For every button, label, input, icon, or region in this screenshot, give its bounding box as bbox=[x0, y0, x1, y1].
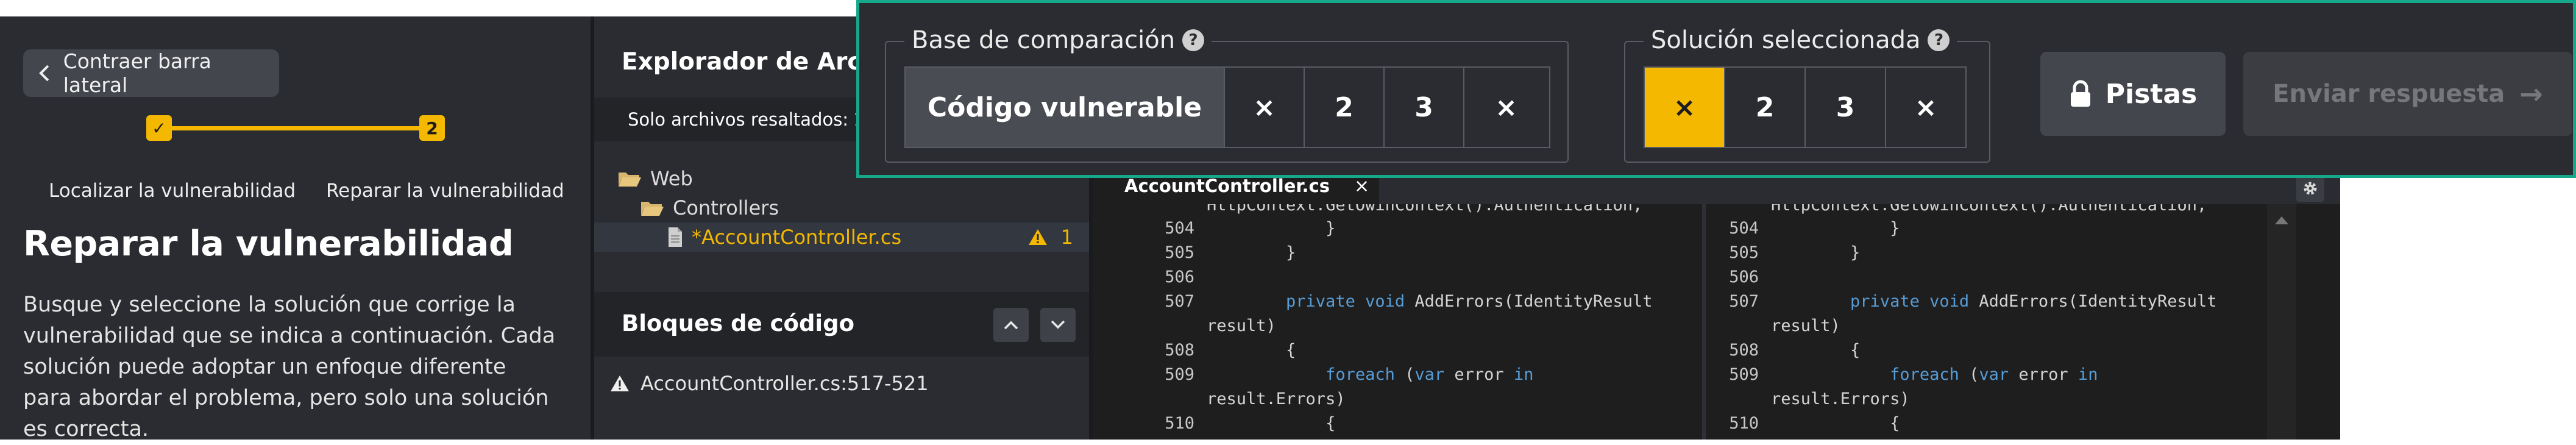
step-2-badge: 2 bbox=[419, 115, 445, 141]
collapse-sidebar-label: Contraer barra lateral bbox=[63, 49, 211, 97]
diff-pane-left[interactable]: HttpContext.GetOwinContext().Authenticat… bbox=[1121, 204, 1700, 440]
code-line: { bbox=[1207, 414, 1336, 433]
diff-pane-right[interactable]: HttpContext.GetOwinContext().Authenticat… bbox=[1686, 204, 2265, 440]
line-number: 509 bbox=[1165, 365, 1194, 384]
file-icon bbox=[669, 227, 682, 247]
block-prev-button[interactable] bbox=[993, 308, 1029, 342]
code-line: private void AddErrors(IdentityResult bbox=[1771, 292, 2217, 311]
line-number: 504 bbox=[1729, 219, 1759, 238]
base-option-4[interactable]: × bbox=[1464, 68, 1548, 147]
code-block-label: AccountController.cs:517-521 bbox=[640, 372, 929, 395]
base-option-2[interactable]: 2 bbox=[1305, 68, 1385, 147]
comparison-toolbar: Base de comparación ? Código vulnerable … bbox=[856, 0, 2576, 178]
file-warning-count: 1 bbox=[1028, 226, 1073, 249]
line-number: 507 bbox=[1165, 292, 1194, 311]
sidebar: Contraer barra lateral ✓ 2 Localizar la … bbox=[0, 16, 594, 441]
code-line: HttpContext.GetOwinContext().Authenticat… bbox=[1207, 204, 1643, 215]
code-line: } bbox=[1771, 219, 1900, 238]
stepper-connector bbox=[172, 126, 422, 130]
line-number: 506 bbox=[1729, 268, 1759, 287]
lock-icon bbox=[2070, 80, 2090, 107]
chevron-left-icon bbox=[39, 65, 49, 82]
help-icon[interactable]: ? bbox=[1928, 29, 1950, 51]
code-line: foreach (var error in bbox=[1207, 365, 1534, 384]
editor-settings-button[interactable] bbox=[2296, 175, 2324, 202]
code-line: HttpContext.GetOwinContext().Authenticat… bbox=[1771, 204, 2207, 215]
step-1-label: Localizar la vulnerabilidad bbox=[49, 180, 296, 202]
code-line: { bbox=[1207, 341, 1296, 360]
page-title: Reparar la vulnerabilidad bbox=[23, 224, 514, 264]
vertical-scrollbar[interactable] bbox=[2267, 204, 2296, 440]
line-number: 510 bbox=[1165, 414, 1194, 433]
hints-button[interactable]: Pistas bbox=[2040, 52, 2226, 136]
line-number: 504 bbox=[1165, 219, 1194, 238]
selected-solution-group: Solución seleccionada ? × 2 3 × bbox=[1624, 26, 1990, 163]
code-blocks-title: Bloques de código bbox=[622, 310, 855, 336]
code-line: foreach (var error in bbox=[1771, 365, 2098, 384]
base-comparison-label: Base de comparación bbox=[912, 26, 1176, 54]
close-icon[interactable]: × bbox=[1354, 176, 1369, 197]
code-line: result) bbox=[1771, 316, 1840, 335]
code-line: result) bbox=[1207, 316, 1276, 335]
code-line: result.Errors) bbox=[1207, 390, 1346, 408]
base-option-1[interactable]: × bbox=[1225, 68, 1305, 147]
help-icon[interactable]: ? bbox=[1182, 29, 1205, 51]
minimap-area bbox=[2296, 204, 2340, 440]
base-option-vulnerable[interactable]: Código vulnerable bbox=[906, 68, 1225, 147]
block-next-button[interactable] bbox=[1040, 308, 1076, 342]
line-number: 508 bbox=[1165, 341, 1194, 360]
selected-solution-label: Solución seleccionada bbox=[1651, 26, 1921, 54]
filter-label: Solo archivos resaltados: bbox=[628, 109, 849, 130]
submit-answer-button[interactable]: Enviar respuesta → bbox=[2243, 52, 2572, 136]
line-number: 509 bbox=[1729, 365, 1759, 384]
selected-solution-legend: Solución seleccionada ? bbox=[1644, 26, 1957, 54]
tree-item-controllers[interactable]: Controllers bbox=[594, 193, 1089, 222]
warning-icon bbox=[1028, 229, 1047, 245]
code-line: { bbox=[1771, 414, 1900, 433]
base-comparison-legend: Base de comparación ? bbox=[904, 26, 1212, 54]
code-line: } bbox=[1207, 243, 1296, 262]
warning-icon bbox=[611, 376, 629, 391]
tree-item-label: Controllers bbox=[673, 196, 779, 219]
tree-item-label: *AccountController.cs bbox=[692, 226, 902, 249]
solution-option-2[interactable]: 2 bbox=[1725, 68, 1806, 147]
solution-selector: × 2 3 × bbox=[1644, 66, 1967, 148]
folder-open-icon bbox=[619, 173, 641, 187]
code-line: { bbox=[1771, 341, 1861, 360]
gear-icon bbox=[2304, 182, 2317, 195]
warning-count-value: 1 bbox=[1060, 226, 1073, 249]
solution-option-1[interactable]: × bbox=[1645, 68, 1725, 147]
line-number: 508 bbox=[1729, 341, 1759, 360]
line-number: 505 bbox=[1729, 243, 1759, 262]
code-block-item[interactable]: AccountController.cs:517-521 bbox=[610, 372, 929, 395]
scroll-up-icon[interactable] bbox=[2275, 216, 2288, 224]
line-number: 505 bbox=[1165, 243, 1194, 262]
base-comparison-selector: Código vulnerable × 2 3 × bbox=[904, 66, 1550, 148]
solution-option-4[interactable]: × bbox=[1886, 68, 1965, 147]
code-blocks-header: Bloques de código bbox=[594, 292, 1089, 357]
step-1-check-icon: ✓ bbox=[146, 115, 172, 141]
hints-label: Pistas bbox=[2105, 78, 2198, 110]
folder-open-icon bbox=[641, 202, 664, 216]
editor-tab-label: AccountController.cs bbox=[1124, 176, 1330, 196]
arrow-right-icon: → bbox=[2519, 77, 2543, 110]
code-line: } bbox=[1207, 219, 1336, 238]
code-line: } bbox=[1771, 243, 1861, 262]
solution-option-3[interactable]: 3 bbox=[1806, 68, 1886, 147]
code-line: private void AddErrors(IdentityResult bbox=[1207, 292, 1653, 311]
line-number: 507 bbox=[1729, 292, 1759, 311]
tree-item-accountcontroller[interactable]: *AccountController.cs 1 bbox=[594, 222, 1089, 252]
base-comparison-group: Base de comparación ? Código vulnerable … bbox=[885, 26, 1569, 163]
step-2-label: Reparar la vulnerabilidad bbox=[326, 180, 564, 202]
tree-item-label: Web bbox=[650, 167, 693, 190]
submit-label: Enviar respuesta bbox=[2273, 80, 2505, 108]
task-description: Busque y seleccione la solución que corr… bbox=[23, 293, 556, 441]
line-number: 510 bbox=[1729, 414, 1759, 433]
line-number: 506 bbox=[1165, 268, 1194, 287]
base-option-3[interactable]: 3 bbox=[1385, 68, 1464, 147]
chevron-up-icon bbox=[1004, 321, 1018, 330]
chevron-down-icon bbox=[1051, 320, 1065, 329]
collapse-sidebar-button[interactable]: Contraer barra lateral bbox=[23, 49, 279, 97]
code-line: result.Errors) bbox=[1771, 390, 1910, 408]
